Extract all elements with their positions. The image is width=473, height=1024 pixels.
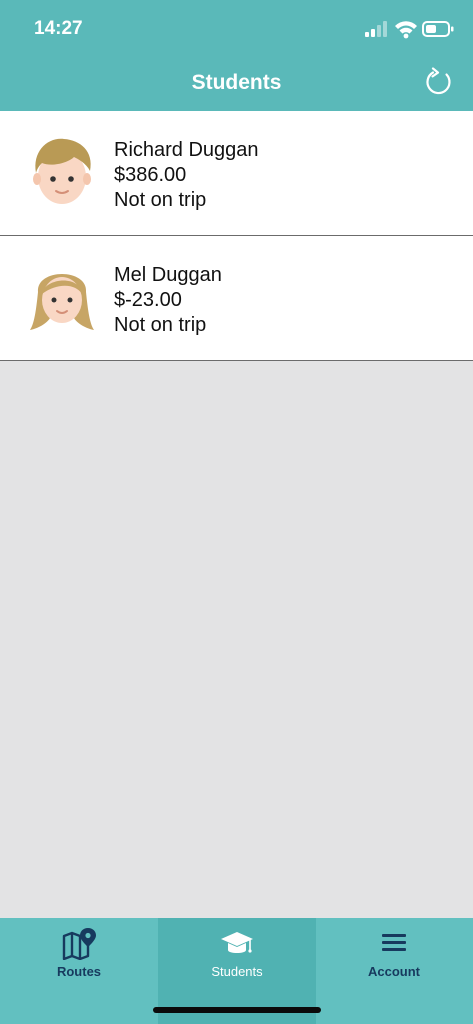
tab-label: Account	[368, 964, 420, 979]
girl-avatar-icon	[30, 274, 94, 330]
page-title: Students	[191, 71, 282, 94]
tab-account[interactable]: Account	[315, 918, 473, 1024]
cellular-signal-icon	[365, 21, 387, 37]
boy-avatar-icon	[33, 138, 91, 204]
tab-label: Students	[211, 964, 263, 979]
status-time: 14:27	[34, 18, 83, 39]
status-icons	[365, 21, 454, 39]
student-trip-status: Not on trip	[114, 189, 207, 211]
student-name: Richard Duggan	[114, 139, 259, 161]
student-info: Richard Duggan $386.00 Not on trip	[114, 138, 259, 213]
student-name: Mel Duggan	[114, 264, 222, 286]
battery-icon	[422, 21, 454, 37]
student-balance: $386.00	[114, 164, 187, 186]
students-list: Richard Duggan $386.00 Not on trip Mel D…	[0, 111, 473, 361]
tab-routes[interactable]: Routes	[0, 918, 158, 1024]
tab-label: Routes	[56, 964, 102, 979]
student-trip-status: Not on trip	[114, 314, 207, 336]
student-row[interactable]: Richard Duggan $386.00 Not on trip	[0, 111, 473, 236]
graduation-cap-icon	[221, 932, 253, 953]
hamburger-menu-icon	[382, 934, 406, 951]
home-indicator	[153, 1007, 321, 1013]
refresh-icon[interactable]	[424, 67, 454, 97]
map-pin-icon	[62, 928, 96, 960]
student-balance: $-23.00	[114, 289, 182, 311]
student-info: Mel Duggan $-23.00 Not on trip	[114, 263, 222, 338]
students-screen: 14:27 Students Richard Duggan $386.00 No…	[0, 0, 473, 1024]
student-row[interactable]: Mel Duggan $-23.00 Not on trip	[0, 236, 473, 361]
wifi-icon	[395, 21, 417, 39]
header-bar: 14:27 Students	[0, 0, 473, 111]
